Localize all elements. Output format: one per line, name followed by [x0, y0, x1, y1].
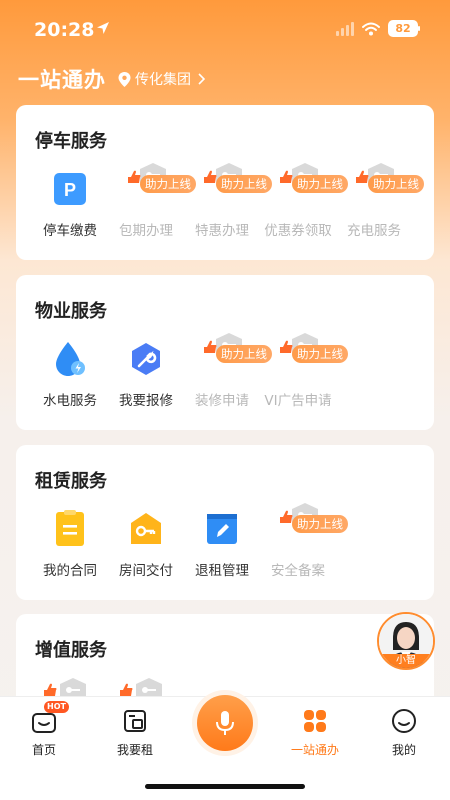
page-title: 一站通办	[18, 68, 106, 92]
hot-badge: HOT	[44, 701, 69, 713]
microphone-icon	[216, 711, 234, 735]
svg-text:P: P	[64, 180, 76, 200]
coupon-claim-item[interactable]: 助力上线 优惠券领取	[260, 163, 348, 243]
service-label: 退租管理	[195, 563, 249, 579]
rent-icon	[124, 710, 146, 732]
service-label: 安全备案	[271, 563, 325, 579]
charging-service-item[interactable]: 助力上线 充电服务	[336, 163, 424, 243]
move-out-management-item[interactable]: 退租管理	[184, 507, 260, 583]
status-bar: 20:28 82	[0, 0, 450, 56]
service-label: 我要报修	[119, 393, 173, 409]
special-offer-item[interactable]: 助力上线 特惠办理	[184, 163, 272, 243]
grid-flower-icon	[304, 710, 326, 732]
ai-assistant-button[interactable]: 小智	[377, 612, 435, 670]
key-icon	[131, 513, 161, 544]
voice-button[interactable]	[197, 695, 253, 751]
my-contract-item[interactable]: 我的合同	[32, 507, 108, 583]
parking-payment-item[interactable]: P 停车缴费	[32, 167, 108, 243]
edit-icon	[207, 514, 237, 544]
home-indicator	[145, 784, 305, 789]
contract-icon	[56, 510, 84, 546]
room-delivery-item[interactable]: 房间交付	[108, 507, 184, 583]
section-title: 增值服务	[35, 640, 107, 661]
nav-mine[interactable]: 我的	[369, 707, 439, 758]
voice-button-wrap	[192, 690, 258, 756]
parking-icon: P	[54, 173, 86, 205]
renovation-application-item[interactable]: 助力上线 装修申请	[184, 333, 272, 413]
repair-request-item[interactable]: 我要报修	[108, 337, 184, 413]
nav-label: 我的	[391, 743, 416, 757]
property-services-card: 物业服务 水电服务 我要报修 助力上线 装修申请 助力上线 VI广告申请	[16, 275, 434, 430]
section-title: 停车服务	[35, 131, 107, 152]
service-label: 我的合同	[43, 563, 97, 579]
water-drop-icon	[56, 342, 85, 376]
nav-home[interactable]: HOT 首页	[9, 701, 79, 758]
location-selector[interactable]: 传化集团	[118, 69, 209, 89]
signal-icon	[336, 21, 354, 36]
safety-filing-item[interactable]: 助力上线 安全备案	[260, 503, 348, 583]
nav-label: 我要租	[116, 743, 153, 757]
assistant-label: 小智	[379, 654, 433, 668]
service-label: 停车缴费	[43, 223, 97, 239]
battery-icon: 82	[388, 20, 420, 37]
service-label: 优惠券领取	[264, 223, 332, 239]
nav-rent[interactable]: 我要租	[100, 707, 170, 758]
coming-soon-badge: 助力上线	[368, 175, 424, 193]
chevron-right-icon	[198, 73, 205, 85]
wrench-icon	[132, 343, 160, 375]
section-title: 租赁服务	[35, 471, 107, 492]
location-label: 传化集团	[135, 72, 191, 88]
header: 一站通办 传化集团	[18, 64, 209, 94]
package-handling-item[interactable]: 助力上线 包期办理	[108, 163, 196, 243]
utilities-item[interactable]: 水电服务	[32, 337, 108, 413]
status-time: 20:28	[34, 19, 95, 41]
coming-soon-badge: 助力上线	[292, 345, 348, 363]
service-label: 包期办理	[119, 223, 173, 239]
vi-advertising-item[interactable]: 助力上线 VI广告申请	[260, 333, 348, 413]
smiley-icon	[392, 709, 416, 733]
nav-label: 首页	[31, 743, 56, 757]
service-label: 水电服务	[43, 393, 97, 409]
location-arrow-icon	[97, 22, 109, 34]
service-label: 特惠办理	[195, 223, 249, 239]
service-label: 房间交付	[119, 563, 173, 579]
service-label: 装修申请	[195, 393, 249, 409]
coming-soon-badge: 助力上线	[292, 515, 348, 533]
wifi-icon	[362, 22, 380, 35]
service-label: VI广告申请	[264, 393, 332, 409]
location-pin-icon	[118, 71, 131, 87]
service-label: 充电服务	[347, 223, 401, 239]
leasing-services-card: 租赁服务 我的合同 房间交付 退租管理 助力上线 安全备案	[16, 445, 434, 600]
parking-services-card: 停车服务 P 停车缴费 助力上线 包期办理 助力上线 特惠办理 助力上线 优惠券…	[16, 105, 434, 260]
status-indicators: 82	[336, 20, 420, 37]
nav-onestop[interactable]: 一站通办	[280, 707, 350, 758]
nav-label: 一站通办	[290, 743, 339, 757]
section-title: 物业服务	[35, 301, 107, 322]
